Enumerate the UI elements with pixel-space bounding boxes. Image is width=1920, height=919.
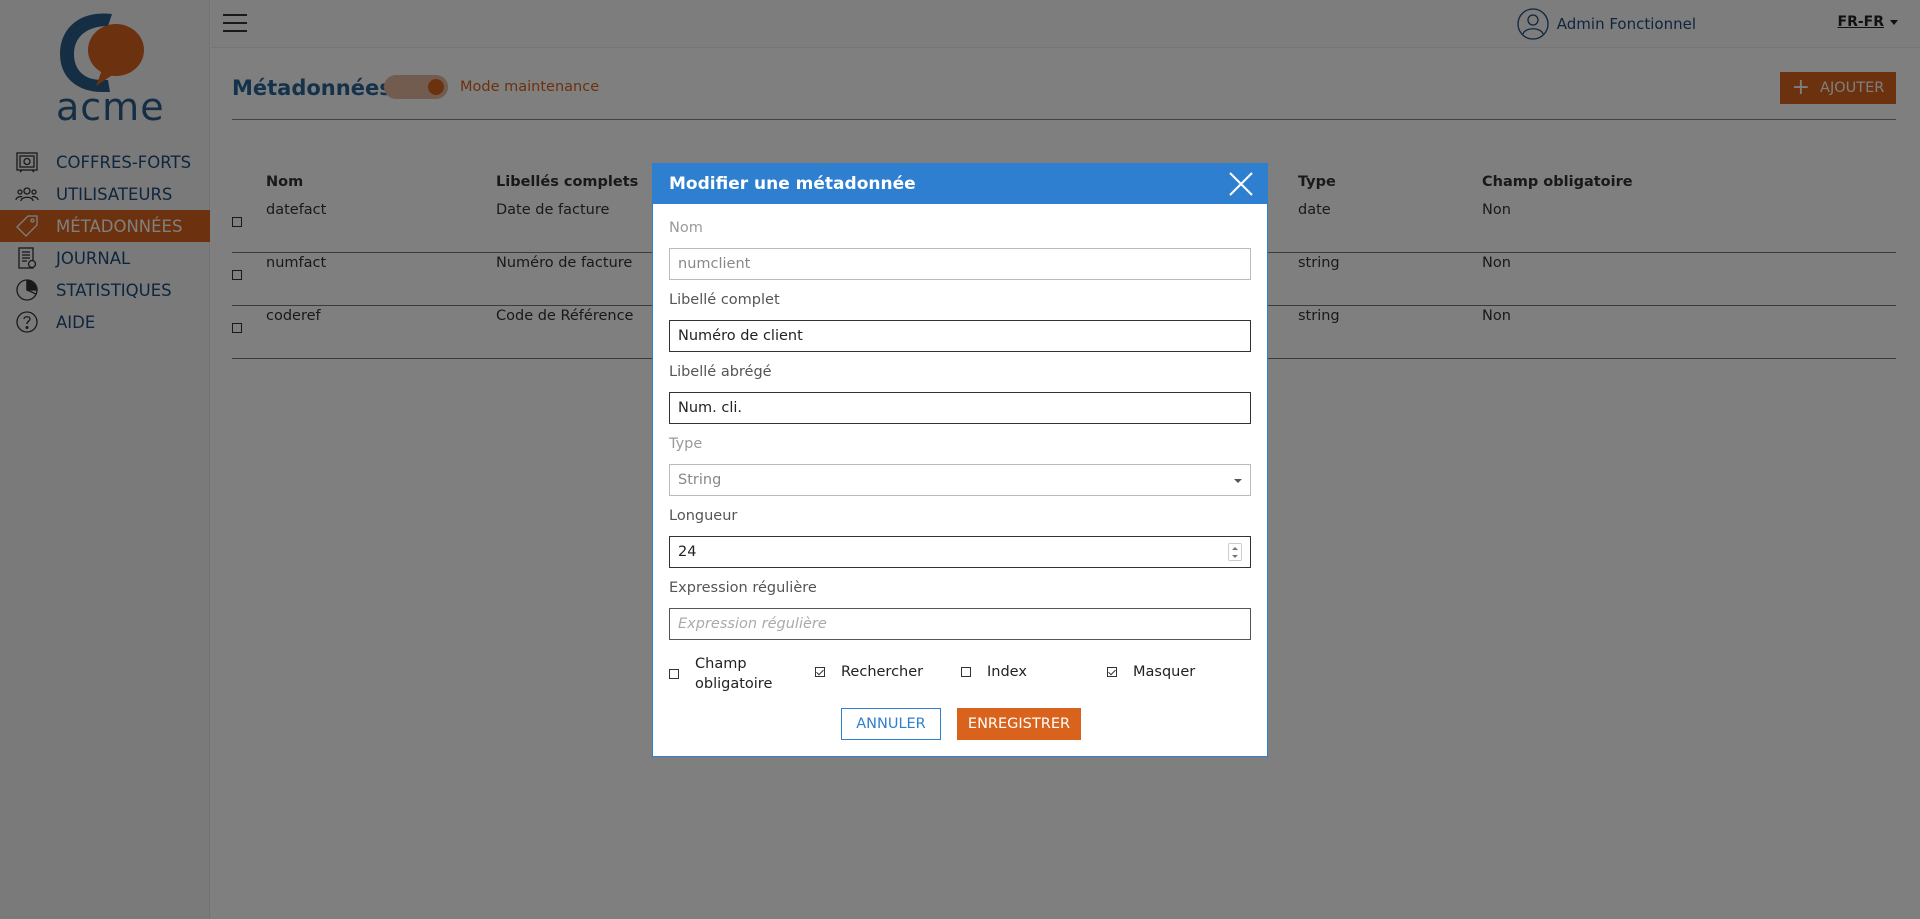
checkbox-box[interactable] [961,667,971,677]
caret-down-icon [1234,479,1242,483]
close-icon[interactable] [1229,172,1253,196]
hide-checkbox-label: Masquer [1133,664,1196,680]
short-label-label: Libellé abrégé [669,364,772,380]
length-field[interactable]: 24 [669,536,1251,568]
type-label: Type [669,436,703,452]
cancel-button[interactable]: ANNULER [841,708,941,740]
regex-field[interactable]: Expression régulière [669,608,1251,640]
required-checkbox[interactable]: Champ obligatoire [669,654,772,694]
search-checkbox[interactable]: Rechercher [815,664,923,680]
length-value: 24 [678,544,697,560]
number-spinner-icon[interactable] [1228,543,1242,561]
index-checkbox[interactable]: Index [961,664,1027,680]
type-select: String [669,464,1251,496]
save-button[interactable]: ENREGISTRER [957,708,1081,740]
short-label-field[interactable]: Num. cli. [669,392,1251,424]
checkbox-box[interactable] [669,669,679,679]
full-label-label: Libellé complet [669,292,780,308]
edit-metadata-dialog: Modifier une métadonnée Nom numclient Li… [652,163,1268,757]
checkbox-box[interactable] [815,667,825,677]
dialog-header: Modifier une métadonnée [653,164,1267,204]
checkbox-box[interactable] [1107,667,1117,677]
type-select-value: String [678,472,722,488]
full-label-field[interactable]: Numéro de client [669,320,1251,352]
name-label: Nom [669,220,703,236]
name-field: numclient [669,248,1251,280]
search-checkbox-label: Rechercher [841,664,924,680]
hide-checkbox[interactable]: Masquer [1107,664,1195,680]
length-label: Longueur [669,508,738,524]
options-checkboxes: Champ obligatoire Rechercher Index Masqu… [669,654,1251,694]
regex-label: Expression régulière [669,580,817,596]
dialog-title: Modifier une métadonnée [669,174,916,194]
index-checkbox-label: Index [987,664,1027,680]
required-checkbox-label: Champ obligatoire [695,656,773,692]
